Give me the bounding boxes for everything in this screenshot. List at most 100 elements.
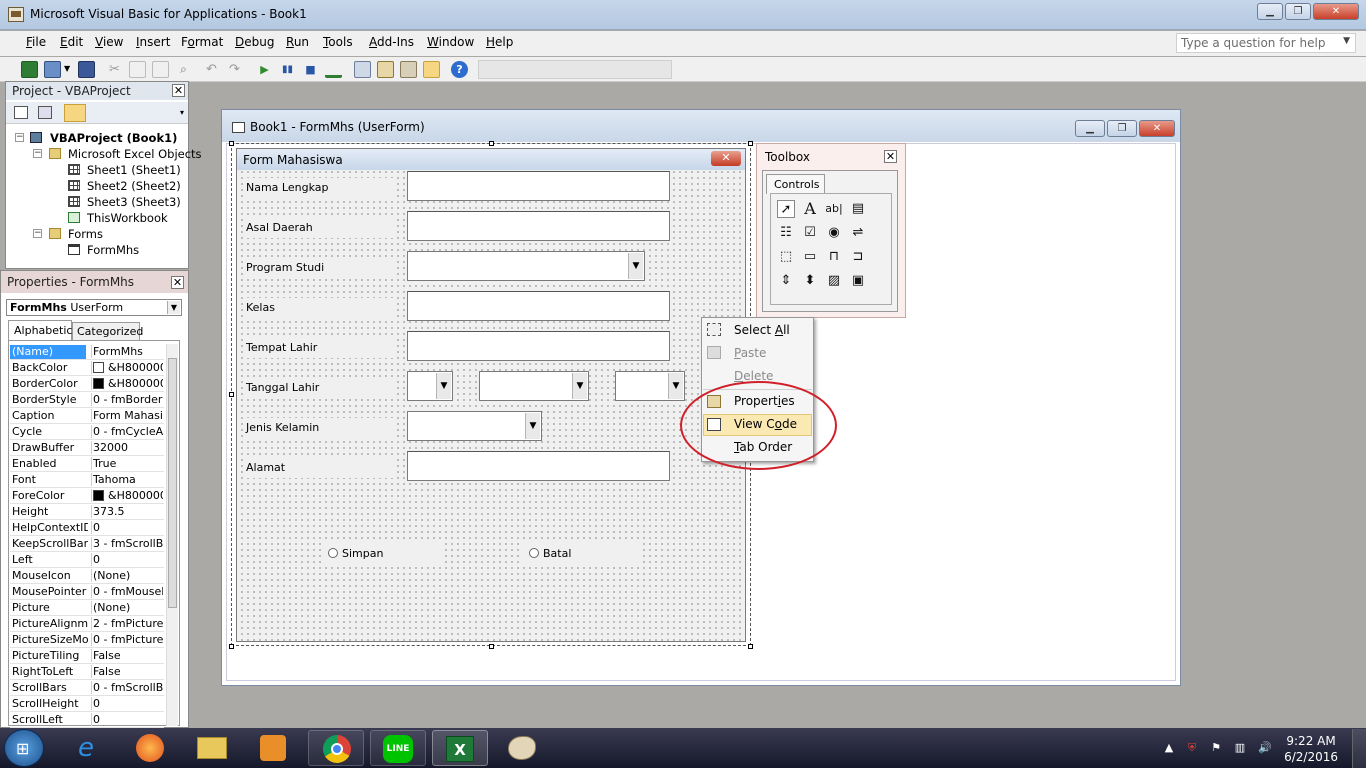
tree-item-thisworkbook[interactable]: ThisWorkbook (87, 211, 168, 225)
chevron-down-icon[interactable]: ▼ (628, 253, 643, 279)
menu-item-paste[interactable]: Paste (734, 343, 766, 363)
textbox-nama-lengkap[interactable] (407, 171, 670, 201)
menu-edit[interactable]: Edit (60, 35, 83, 49)
object-selector[interactable]: FormMhs UserForm ▼ (6, 299, 182, 316)
property-value[interactable]: 0 (91, 553, 163, 566)
taskbar-paint[interactable] (494, 730, 550, 766)
chevron-down-icon[interactable]: ▾ (176, 102, 188, 124)
tree-item-forms[interactable]: Forms (68, 227, 103, 241)
show-hidden-icons-icon[interactable]: ▲ (1163, 742, 1175, 754)
view-excel-icon[interactable] (21, 61, 38, 78)
label-tempat-lahir[interactable]: Tempat Lahir (246, 338, 396, 358)
combobox-program-studi[interactable]: ▼ (407, 251, 645, 281)
redo-icon[interactable]: ↷ (226, 61, 243, 78)
run-icon[interactable]: ▶ (256, 61, 273, 78)
option-simpan[interactable]: Simpan (322, 543, 442, 565)
textbox-tool-icon[interactable]: ab| (825, 200, 843, 218)
label-jenis-kelamin[interactable]: Jenis Kelamin (246, 418, 396, 438)
label-tool-icon[interactable]: A (801, 200, 819, 218)
tree-item-sheet2[interactable]: Sheet2 (Sheet2) (87, 179, 181, 193)
property-row[interactable]: ForeColor&H80000012& (10, 488, 164, 504)
property-row[interactable]: DrawBuffer 32000 (10, 440, 164, 456)
combobox-tanggal[interactable]: ▼ (407, 371, 453, 401)
label-alamat[interactable]: Alamat (246, 458, 396, 478)
property-value[interactable]: False (91, 649, 163, 662)
scrollbar-tool-icon[interactable]: ⇕ (777, 272, 795, 290)
property-value[interactable]: 0 - fmBorderStyleNone (91, 393, 163, 406)
property-row[interactable]: Caption Form Mahasiswa (10, 408, 164, 424)
show-desktop-button[interactable] (1352, 729, 1366, 768)
property-row[interactable]: BorderColor&H80000012& (10, 376, 164, 392)
chevron-down-icon[interactable]: ▼ (64, 64, 70, 73)
help-icon[interactable]: ? (451, 61, 468, 78)
property-value[interactable]: FormMhs (91, 345, 163, 358)
insert-userform-icon[interactable] (44, 61, 61, 78)
tree-item-excel-objects[interactable]: Microsoft Excel Objects (68, 147, 202, 161)
menu-item-select-all[interactable]: Select All (734, 320, 790, 340)
property-row[interactable]: PictureSizeMode 0 - fmPictureSizeModeClip (10, 632, 164, 648)
taskbar-firefox[interactable] (122, 730, 178, 766)
paste-icon[interactable] (152, 61, 169, 78)
spinbutton-tool-icon[interactable]: ⬍ (801, 272, 819, 290)
taskbar-media[interactable] (246, 730, 302, 766)
cut-icon[interactable]: ✂ (106, 61, 123, 78)
property-value[interactable]: 0 (91, 521, 163, 534)
menu-file[interactable]: File (26, 35, 46, 49)
reset-icon[interactable]: ■ (302, 61, 319, 78)
resize-handle[interactable] (229, 644, 234, 649)
copy-icon[interactable] (129, 61, 146, 78)
menu-format[interactable]: Format (181, 35, 223, 49)
resize-handle[interactable] (229, 141, 234, 146)
property-value[interactable]: &H80000012& (91, 377, 163, 390)
design-mode-icon[interactable] (325, 61, 342, 78)
property-row[interactable]: Cycle 0 - fmCycleAllForms (10, 424, 164, 440)
designer-minimize-button[interactable]: ▁ (1075, 120, 1105, 137)
tree-item-vbaproject[interactable]: VBAProject (Book1) (50, 131, 177, 145)
property-value[interactable]: &H8000000F& (91, 361, 163, 374)
label-nama-lengkap[interactable]: Nama Lengkap (246, 178, 396, 198)
property-value[interactable]: Tahoma (91, 473, 163, 486)
commandbutton-tool-icon[interactable]: ▭ (801, 248, 819, 266)
userform-close-button[interactable]: ✕ (711, 151, 741, 166)
label-asal-daerah[interactable]: Asal Daerah (246, 218, 396, 238)
volume-icon[interactable]: 🔊 (1258, 742, 1272, 754)
chevron-down-icon[interactable]: ▼ (436, 373, 451, 399)
view-object-icon[interactable] (38, 106, 52, 119)
image-tool-icon[interactable]: ▨ (825, 272, 843, 290)
menu-help[interactable]: Help (486, 35, 513, 49)
property-row[interactable]: PictureAlignment 2 - fmPictureAlignmentCe… (10, 616, 164, 632)
property-row[interactable]: (Name) FormMhs (10, 344, 164, 360)
chevron-down-icon[interactable]: ▼ (668, 373, 683, 399)
designer-restore-button[interactable]: ❐ (1107, 120, 1137, 137)
help-question-input[interactable]: Type a question for help ▼ (1176, 33, 1356, 53)
resize-handle[interactable] (489, 644, 494, 649)
find-icon[interactable]: ⌕ (175, 61, 192, 78)
close-icon[interactable]: ✕ (171, 276, 184, 289)
property-value[interactable]: &H80000012& (91, 489, 163, 502)
chevron-down-icon[interactable]: ▼ (525, 413, 540, 439)
multipage-tool-icon[interactable]: ⊐ (849, 248, 867, 266)
taskbar-ie[interactable]: e (62, 730, 118, 766)
property-value[interactable]: 0 - fmScrollBarsNone (91, 681, 163, 694)
tree-item-formmhs[interactable]: FormMhs (87, 243, 139, 257)
property-row[interactable]: ScrollLeft 0 (10, 712, 164, 728)
resize-handle[interactable] (229, 392, 234, 397)
property-row[interactable]: PictureTiling False (10, 648, 164, 664)
menu-view[interactable]: View (95, 35, 123, 49)
property-value[interactable]: (None) (91, 569, 163, 582)
break-icon[interactable]: ▮▮ (279, 61, 296, 78)
minimize-button[interactable]: ▁ (1257, 3, 1283, 20)
network-icon[interactable]: ▥ (1234, 742, 1246, 754)
select-objects-icon[interactable]: ➚ (777, 200, 795, 218)
label-tanggal-lahir[interactable]: Tanggal Lahir (246, 378, 396, 398)
tree-toggle-icon[interactable]: − (33, 229, 42, 238)
property-row[interactable]: BorderStyle 0 - fmBorderStyleNone (10, 392, 164, 408)
resize-handle[interactable] (748, 644, 753, 649)
property-value[interactable]: Form Mahasiswa (91, 409, 163, 422)
property-row[interactable]: MousePointer 0 - fmMousePointerDefault (10, 584, 164, 600)
tab-alphabetic[interactable]: Alphabetic (8, 320, 72, 340)
textbox-tempat-lahir[interactable] (407, 331, 670, 361)
property-value[interactable]: 0 - fmCycleAllForms (91, 425, 163, 438)
toolbox-icon[interactable] (423, 61, 440, 78)
checkbox-tool-icon[interactable]: ☑ (801, 224, 819, 242)
